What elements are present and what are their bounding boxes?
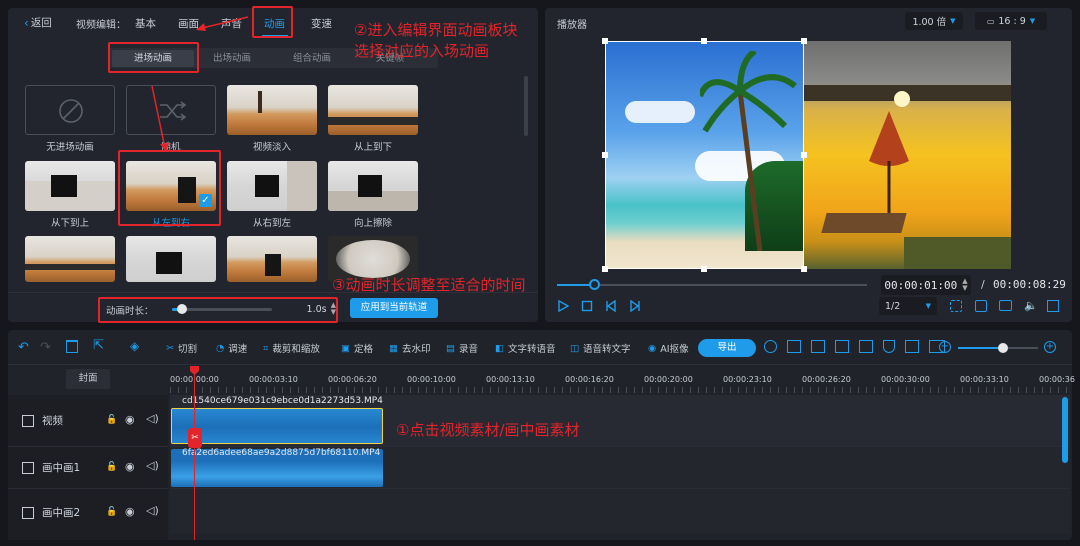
annotation-step3: ③动画时长调整至适合的时间 [332,276,526,294]
annotation-step2-line2: 选择对应的入场动画 [354,42,490,60]
annotation-step1: ①点击视频素材/画中画素材 [396,421,580,439]
annotation-step2-line1: ②进入编辑界面动画板块 [354,21,518,39]
annotation-arrows [151,16,249,152]
